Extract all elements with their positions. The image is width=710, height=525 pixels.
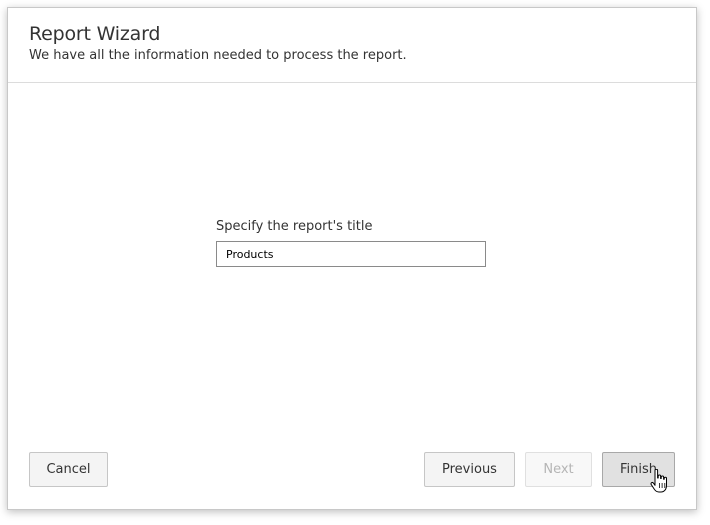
- dialog-content: Specify the report's title: [8, 83, 696, 433]
- previous-button[interactable]: Previous: [424, 452, 515, 487]
- hand-pointer-icon: [650, 469, 667, 493]
- next-button[interactable]: Next: [525, 452, 592, 487]
- dialog-header: Report Wizard We have all the informatio…: [8, 8, 696, 83]
- dialog-title: Report Wizard: [29, 23, 161, 45]
- report-title-input[interactable]: [216, 241, 486, 267]
- dialog-footer: Cancel Previous Next Finish: [8, 439, 696, 509]
- dialog-subtitle: We have all the information needed to pr…: [29, 48, 407, 63]
- report-title-label: Specify the report's title: [216, 219, 373, 234]
- cancel-button[interactable]: Cancel: [29, 452, 108, 487]
- report-wizard-dialog: Report Wizard We have all the informatio…: [7, 7, 697, 510]
